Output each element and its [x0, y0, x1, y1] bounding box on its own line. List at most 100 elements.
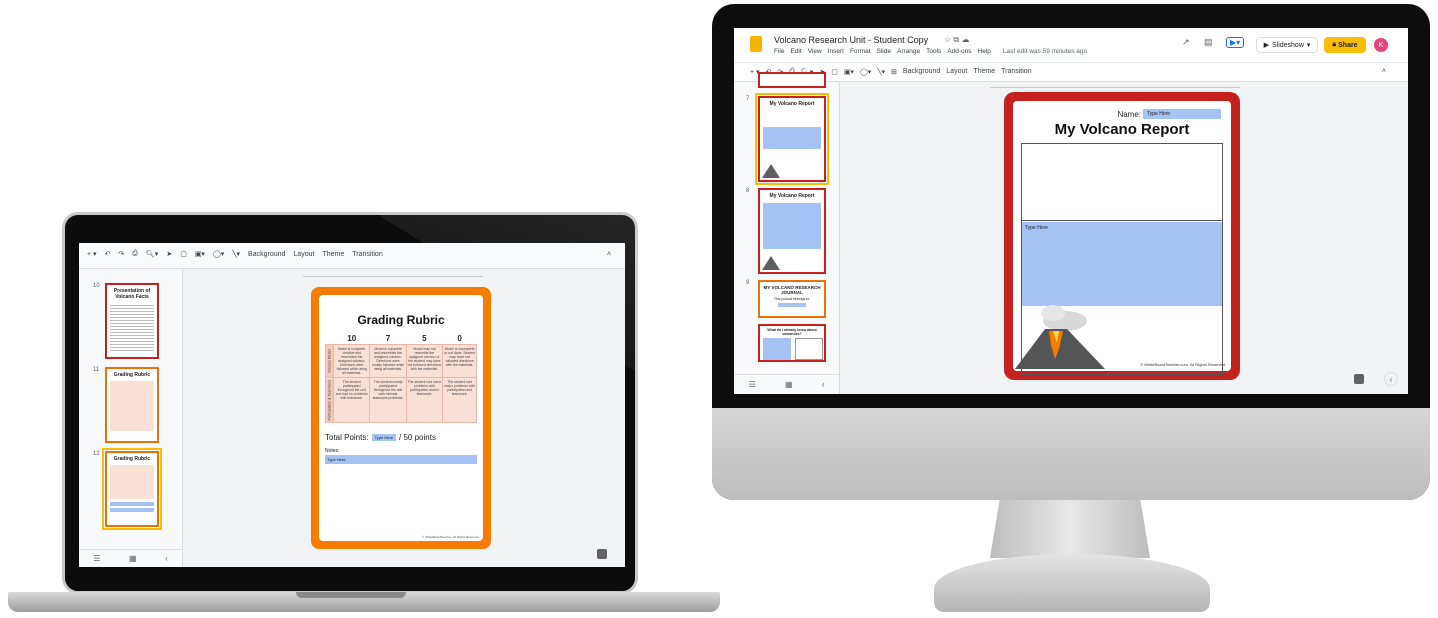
- thumb-subtitle: This journal belongs to:: [773, 297, 811, 301]
- total-suffix: / 50 points: [399, 433, 436, 443]
- thumbnail-slide[interactable]: My Volcano Report: [758, 188, 826, 274]
- monitor-header: Volcano Research Unit - Student Copy ☆ ⧉…: [734, 28, 1408, 82]
- list-view-icon[interactable]: ☰: [93, 554, 100, 563]
- explore-icon[interactable]: [1354, 374, 1364, 384]
- thumb-title: My Volcano Report: [769, 101, 815, 107]
- total-points-row: Total Points: Type Here / 50 points: [325, 433, 477, 442]
- menu-tools[interactable]: Tools: [926, 48, 941, 55]
- slides-logo-icon[interactable]: [750, 36, 762, 52]
- menu-file[interactable]: File: [774, 48, 784, 55]
- toolbar-theme-button[interactable]: Theme: [322, 251, 344, 258]
- shape-icon[interactable]: ◯▾: [860, 68, 871, 76]
- monitor-neck: [990, 500, 1150, 558]
- toolbar-transition-button[interactable]: Transition: [352, 251, 382, 258]
- thumb-field: [110, 508, 154, 512]
- activity-icon[interactable]: ↗: [1182, 37, 1190, 48]
- notes-input[interactable]: Type Here: [325, 455, 477, 465]
- laptop-lid: + ▾ ↶ ↷ ⎙ 🔍︎▾ ➤ ▢ ▣▾ ◯▾ ╲▾ Background La…: [62, 212, 641, 594]
- laptop-toolbar: + ▾ ↶ ↷ ⎙ 🔍︎▾ ➤ ▢ ▣▾ ◯▾ ╲▾ Background La…: [79, 243, 625, 269]
- laptop-screen: + ▾ ↶ ↷ ⎙ 🔍︎▾ ➤ ▢ ▣▾ ◯▾ ╲▾ Background La…: [79, 243, 625, 567]
- thumbnail-slide-selected[interactable]: My Volcano Report: [755, 93, 829, 185]
- rubric-cell: Model is complete, creative and resemble…: [332, 344, 371, 378]
- image-icon[interactable]: ▣▾: [844, 68, 854, 76]
- thumb-field: [763, 127, 821, 149]
- list-view-icon[interactable]: ☰: [749, 380, 756, 389]
- collapse-panel-icon[interactable]: ‹: [165, 554, 168, 563]
- menu-insert[interactable]: Insert: [828, 48, 844, 55]
- image-icon[interactable]: ▣▾: [195, 250, 205, 258]
- thumb-table: [110, 381, 154, 431]
- grid-view-icon[interactable]: ▦: [785, 380, 793, 389]
- star-icon[interactable]: ☆ ⧉ ☁: [944, 35, 969, 45]
- collapse-panel-icon[interactable]: ‹: [822, 380, 825, 389]
- avatar[interactable]: K: [1374, 38, 1388, 52]
- thumb-field: [763, 203, 821, 249]
- line-icon[interactable]: ╲▾: [232, 250, 240, 258]
- grid-view-icon[interactable]: ▦: [129, 554, 137, 563]
- lock-icon: 🔒︎: [1332, 41, 1337, 48]
- thumb-number: 7: [746, 96, 750, 102]
- score-header: 10: [347, 334, 357, 343]
- menu-arrange[interactable]: Arrange: [897, 48, 920, 55]
- comments-icon[interactable]: ▤: [1204, 37, 1213, 48]
- textbox-icon[interactable]: ▢: [180, 250, 187, 258]
- toolbar-layout-button[interactable]: Layout: [293, 251, 314, 258]
- thumb-field: [778, 303, 806, 307]
- menu-format[interactable]: Format: [850, 48, 871, 55]
- total-points-input[interactable]: Type Here: [371, 434, 397, 442]
- undo-icon[interactable]: ↶: [105, 250, 111, 258]
- add-icon[interactable]: + ▾: [87, 250, 97, 258]
- play-icon: ▶: [1263, 42, 1269, 49]
- present-meet-icon[interactable]: ▶▾: [1226, 37, 1245, 48]
- laptop-notch: [296, 592, 406, 598]
- rubric-cell: Model is complete and resembles the assi…: [369, 344, 407, 378]
- menu-view[interactable]: View: [808, 48, 822, 55]
- select-icon[interactable]: ➤: [166, 250, 172, 258]
- report-text-input[interactable]: Type Here: [1022, 222, 1222, 306]
- redo-icon[interactable]: ↷: [118, 250, 124, 258]
- volcano-icon: [762, 164, 780, 178]
- menu-edit[interactable]: Edit: [790, 48, 801, 55]
- doc-title[interactable]: Volcano Research Unit - Student Copy: [774, 35, 928, 45]
- slide-title: My Volcano Report: [1054, 121, 1190, 138]
- comment-icon[interactable]: ⊞: [891, 68, 897, 76]
- thumbnail-slide[interactable]: Presentation of Volcano Facts: [105, 283, 159, 359]
- menu-slide[interactable]: Slide: [877, 48, 891, 55]
- share-button[interactable]: 🔒︎ Share: [1324, 37, 1366, 53]
- divider: [1022, 220, 1222, 221]
- rubric-corner: [326, 333, 334, 345]
- side-panel-toggle-icon[interactable]: ‹: [1384, 372, 1398, 386]
- thumbnail-slide[interactable]: MY VOLCANO RESEARCH JOURNAL This journal…: [758, 280, 826, 318]
- laptop-filmstrip: 10 Presentation of Volcano Facts 11 Grad…: [79, 269, 183, 567]
- toolbar-background-button[interactable]: Background: [248, 251, 285, 258]
- thumbnail-slide-selected[interactable]: Grading Rubric: [102, 448, 162, 530]
- thumbnail-slide[interactable]: [758, 72, 826, 88]
- menu-help[interactable]: Help: [978, 48, 991, 55]
- copyright-text: © WhiteBoardTeacher.com. All Rights Rese…: [1140, 362, 1225, 367]
- thumbnail-slide[interactable]: What do I already know about volcanoes?: [758, 324, 826, 362]
- collapse-icon[interactable]: ˄: [1382, 68, 1386, 75]
- name-input[interactable]: Type Here: [1143, 109, 1221, 119]
- thumbnail-slide[interactable]: Grading Rubric: [105, 367, 159, 443]
- zoom-icon[interactable]: 🔍︎▾: [146, 250, 158, 258]
- print-icon[interactable]: ⎙: [132, 250, 138, 258]
- explore-icon[interactable]: [597, 549, 607, 559]
- shape-icon[interactable]: ◯▾: [213, 250, 224, 258]
- toolbar-background-button[interactable]: Background: [903, 68, 940, 75]
- rubric-cell: The student participated throughout the …: [332, 376, 371, 424]
- monitor-foot: [934, 554, 1210, 612]
- slideshow-button[interactable]: ▶ Slideshow ▾: [1256, 37, 1318, 53]
- toolbar-layout-button[interactable]: Layout: [946, 68, 967, 75]
- slide-title: Grading Rubric: [357, 313, 445, 327]
- copyright-text: © WhiteBoardTeacher. All Rights Reserved: [421, 535, 479, 539]
- last-edit-text[interactable]: Last edit was 59 minutes ago: [1003, 48, 1087, 55]
- table-row: Participation & Teamwork The student par…: [325, 376, 477, 424]
- toolbar-theme-button[interactable]: Theme: [973, 68, 995, 75]
- textbox-icon[interactable]: ▢: [831, 68, 838, 76]
- line-icon[interactable]: ╲▾: [877, 68, 885, 76]
- menu-addons[interactable]: Add-ons: [947, 48, 971, 55]
- ruler: [303, 273, 483, 277]
- collapse-icon[interactable]: ˄: [607, 251, 611, 258]
- toolbar-transition-button[interactable]: Transition: [1001, 68, 1031, 75]
- monitor-screen: Volcano Research Unit - Student Copy ☆ ⧉…: [734, 28, 1408, 394]
